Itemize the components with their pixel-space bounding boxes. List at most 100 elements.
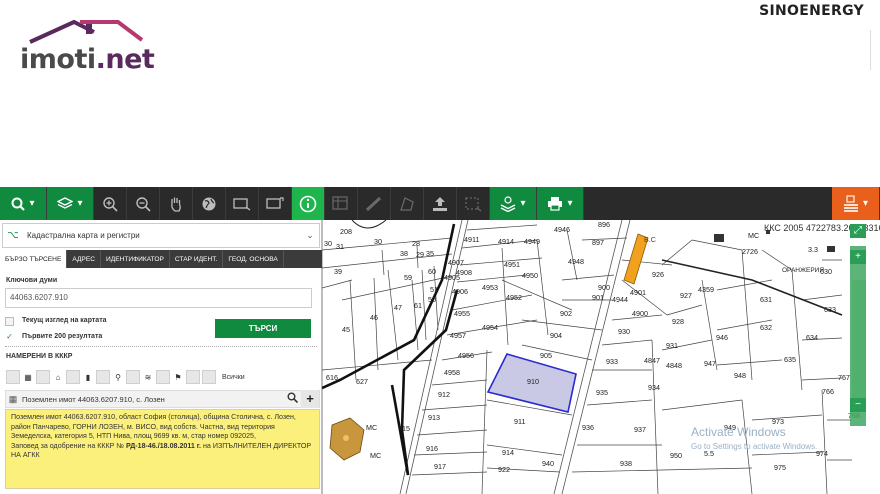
select-rectangle-icon <box>233 197 251 211</box>
layers-info-icon <box>501 195 516 212</box>
svg-text:933: 933 <box>606 357 618 366</box>
svg-text:3.3: 3.3 <box>808 245 818 254</box>
svg-text:ОРАНЖЕРИЯ: ОРАНЖЕРИЯ <box>782 267 824 274</box>
svg-text:4949: 4949 <box>524 237 540 246</box>
svg-text:60: 60 <box>428 267 436 276</box>
layer-source-icon: ⌥ <box>7 230 19 241</box>
svg-text:635: 635 <box>784 355 796 364</box>
svg-text:38: 38 <box>400 249 408 258</box>
svg-text:926: 926 <box>652 270 664 279</box>
tab-old-identifier[interactable]: СТАР ИДЕНТ. <box>170 250 224 268</box>
filter-point-checkbox[interactable] <box>96 370 110 384</box>
zoom-in-map-button[interactable]: + <box>850 250 866 264</box>
info-button[interactable] <box>292 187 325 220</box>
svg-text:897: 897 <box>592 238 604 247</box>
svg-text:913: 913 <box>428 413 440 422</box>
add-result-button[interactable]: + <box>301 390 319 408</box>
svg-text:927: 927 <box>680 291 692 300</box>
map-toolbar: ▾ ▾ ▾ ▾ ▾ <box>0 187 880 220</box>
zoom-in-button[interactable] <box>94 187 127 220</box>
svg-text:Б.С: Б.С <box>644 235 656 244</box>
svg-text:4847: 4847 <box>644 356 660 365</box>
all-label: Всички <box>222 373 245 381</box>
filter-all-checkbox[interactable] <box>202 370 216 384</box>
filter-parcel-checkbox[interactable] <box>6 370 20 384</box>
result-details: Поземлен имот 44063.6207.910, област Соф… <box>5 409 320 489</box>
table-ruler-icon <box>332 195 348 210</box>
filter-marker-checkbox[interactable] <box>156 370 170 384</box>
svg-text:4901: 4901 <box>630 288 646 297</box>
svg-text:4848: 4848 <box>666 361 682 370</box>
svg-text:616: 616 <box>326 373 338 382</box>
svg-text:947: 947 <box>704 359 716 368</box>
map-canvas: 208 30 31 30 28 29 39 38 59 35 60 4907 4911 4914 4… <box>322 220 866 494</box>
svg-text:39: 39 <box>334 267 342 276</box>
tab-address[interactable]: АДРЕС <box>67 250 101 268</box>
layers-tool-button[interactable]: ▾ <box>47 187 94 220</box>
svg-text:910: 910 <box>527 377 539 386</box>
tab-identifier[interactable]: ИДЕНТИФИКАТОР <box>101 250 170 268</box>
zoom-out-map-button[interactable]: − <box>850 398 866 412</box>
cadastral-map[interactable]: 208 30 31 30 28 29 39 38 59 35 60 4907 4911 4914 4… <box>322 220 880 494</box>
zoom-to-result-button[interactable] <box>283 392 301 406</box>
search-tool-button[interactable]: ▾ <box>0 187 47 220</box>
print-button[interactable]: ▾ <box>537 187 584 220</box>
svg-text:917: 917 <box>434 462 446 471</box>
grid-icon: ▦ <box>8 393 18 404</box>
flag-icon: ⚑ <box>174 372 182 382</box>
svg-text:631: 631 <box>760 295 772 304</box>
svg-text:627: 627 <box>356 377 368 386</box>
svg-text:937: 937 <box>634 425 646 434</box>
svg-text:208: 208 <box>340 227 352 236</box>
chevron-down-icon: ▾ <box>77 198 83 209</box>
found-in-kkkr-label: НАМЕРЕНИ В КККР <box>6 353 73 360</box>
basemap-button[interactable]: ▾ <box>490 187 537 220</box>
filter-layer-checkbox[interactable] <box>126 370 140 384</box>
filter-extra-checkbox[interactable] <box>186 370 200 384</box>
imoti-logo[interactable]: imoti.net <box>18 18 158 75</box>
svg-text:946: 946 <box>716 333 728 342</box>
svg-text:915: 915 <box>398 424 410 433</box>
svg-text:934: 934 <box>648 383 660 392</box>
current-view-checkbox[interactable] <box>5 317 14 326</box>
svg-text:948: 948 <box>734 371 746 380</box>
filter-building-checkbox[interactable] <box>36 370 50 384</box>
svg-text:59: 59 <box>404 273 412 282</box>
svg-text:30: 30 <box>374 237 382 246</box>
keywords-input[interactable]: 44063.6207.910 <box>5 288 312 308</box>
chevron-down-icon: ▾ <box>567 198 573 209</box>
measure-distance-button[interactable] <box>358 187 391 220</box>
pan-button[interactable] <box>160 187 193 220</box>
zoom-out-button[interactable] <box>127 187 160 220</box>
svg-text:28: 28 <box>412 239 420 248</box>
result-header[interactable]: ▦ Поземлен имот 44063.6207.910, с. Лозен… <box>5 390 320 408</box>
expand-map-button[interactable]: ⤢ <box>850 224 866 238</box>
globe-button[interactable] <box>193 187 226 220</box>
filter-unit-checkbox[interactable] <box>66 370 80 384</box>
tab-quick-search[interactable]: БЪРЗО ТЪРСЕНЕ <box>0 250 68 268</box>
rectangle-arrow-icon <box>266 196 284 209</box>
search-button[interactable]: ТЪРСИ <box>215 319 311 338</box>
clear-selection-button[interactable] <box>259 187 292 220</box>
svg-text:4907: 4907 <box>448 258 464 267</box>
activation-watermark-title: Activate Windows <box>691 425 786 439</box>
page: imoti.net SINOENERGY ▾ ▾ ▾ ▾ ▾ ⌥ Кадастр… <box>0 0 880 494</box>
svg-text:896: 896 <box>598 220 610 229</box>
svg-text:4911: 4911 <box>464 235 479 244</box>
layer-select[interactable]: ⌥ Кадастрална карта и регистри ⌄ <box>2 223 320 248</box>
tab-geodetic-base[interactable]: ГЕОД. ОСНОВА <box>223 250 284 268</box>
logo-text: imoti.net <box>20 44 155 75</box>
first200-checkbox[interactable]: ✓ <box>5 333 14 342</box>
svg-text:4914: 4914 <box>498 237 514 246</box>
menu-button[interactable]: ▾ <box>832 187 880 220</box>
measure-area-button[interactable] <box>325 187 358 220</box>
chevron-down-icon: ▾ <box>520 198 526 209</box>
house-icon: ⌂ <box>55 372 61 382</box>
svg-text:767: 767 <box>838 373 850 382</box>
grid-icon: ▦ <box>24 372 32 382</box>
polygon-tool-button[interactable] <box>391 187 424 220</box>
upload-button[interactable] <box>424 187 457 220</box>
dashed-select-button[interactable] <box>457 187 490 220</box>
select-area-button[interactable] <box>226 187 259 220</box>
svg-text:4950: 4950 <box>522 271 538 280</box>
